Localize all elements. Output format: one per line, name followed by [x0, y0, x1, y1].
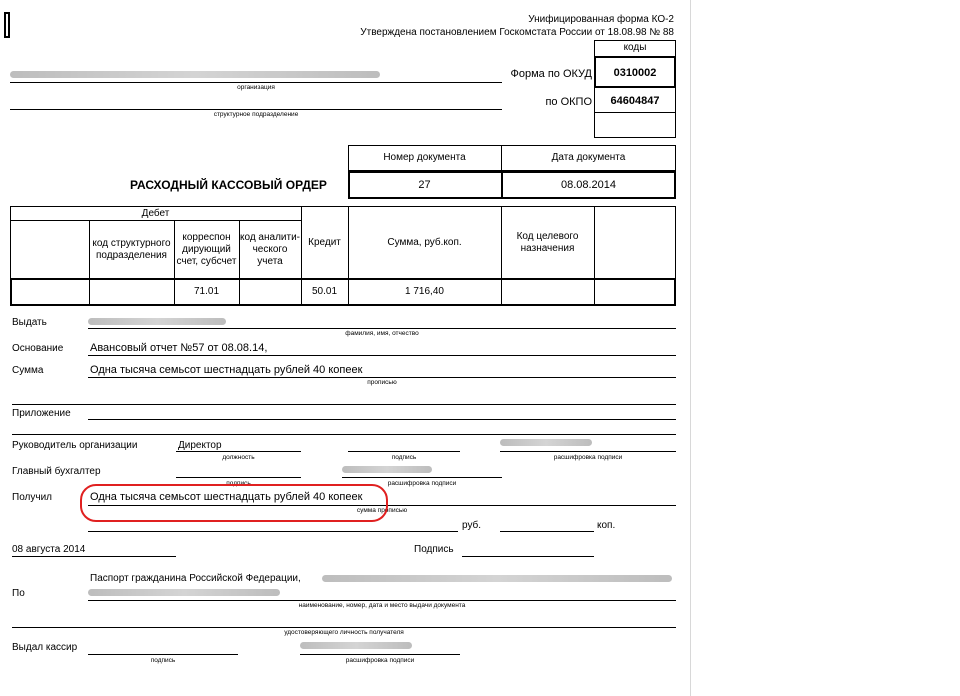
redacted-issuing-authority: [88, 589, 280, 596]
cashier-label: Выдал кассир: [12, 642, 78, 653]
redacted-organization: [10, 71, 380, 78]
signature-label: Подпись: [414, 544, 454, 555]
basis-label: Основание: [12, 343, 64, 354]
subdivision-code-header: код структурного подразделения: [92, 238, 171, 261]
head-label: Руководитель организации: [12, 440, 138, 451]
corr-account-header: корреспон дирующий счет, субсчет: [176, 232, 237, 267]
redacted-cashier-name: [300, 642, 412, 649]
head-decode-caption: расшифровка подписи: [553, 454, 623, 461]
sum-caption: прописью: [367, 379, 397, 386]
basis-value: Авансовый отчет №57 от 08.08.14,: [90, 342, 268, 354]
sum-value: 1 716,40: [405, 286, 444, 297]
cashier-signature-caption: подпись: [150, 657, 176, 664]
position-caption: должность: [222, 454, 255, 461]
document-title: РАСХОДНЫЙ КАССОВЫЙ ОРДЕР: [130, 178, 327, 192]
corr-account-value: 71.01: [193, 286, 220, 297]
head-signature-caption: подпись: [391, 454, 417, 461]
cursor-marker: [4, 12, 10, 38]
doc-date-header: Дата документа: [551, 152, 626, 163]
passport-text: Паспорт гражданина Российской Федерации,: [90, 573, 301, 584]
redacted-head-name: [500, 439, 592, 446]
doc-number-header: Номер документа: [383, 152, 466, 163]
codes-box: [594, 40, 676, 138]
chief-accountant-label: Главный бухгалтер: [12, 466, 101, 477]
okud-code: 0310002: [613, 67, 657, 79]
cashier-decode-caption: расшифровка подписи: [345, 657, 415, 664]
by-document-label: По: [12, 588, 25, 599]
head-position: Директор: [178, 440, 222, 451]
received-label: Получил: [12, 492, 52, 503]
highlight-ring: [80, 484, 388, 522]
purpose-code-header: Код целевого назначения: [516, 230, 579, 254]
sum-header: Сумма, руб.коп.: [387, 236, 462, 248]
credit-value: 50.01: [311, 286, 338, 297]
codes-header: коды: [623, 42, 647, 53]
doc-number: 27: [418, 179, 431, 191]
doc-date: 08.08.2014: [560, 179, 617, 191]
redacted-passport-details: [322, 575, 672, 582]
okud-label: Форма по ОКУД: [510, 68, 593, 80]
attachment-label: Приложение: [12, 408, 71, 419]
debit-header: Дебет: [141, 207, 170, 219]
credit-header: Кредит: [308, 236, 341, 248]
issue-label: Выдать: [12, 317, 47, 328]
okpo-code: 64604847: [610, 95, 660, 107]
redacted-recipient-name: [88, 318, 226, 325]
kop-label: коп.: [597, 520, 616, 531]
organization-caption: организация: [237, 84, 275, 91]
identity-caption: удостоверяющего личность получателя: [284, 629, 404, 636]
sum-label: Сумма: [12, 365, 44, 376]
redacted-accountant-name: [342, 466, 432, 473]
unified-form-label: Унифицированная форма КО-2: [528, 14, 674, 25]
rub-label: руб.: [462, 520, 482, 531]
document-caption: наименование, номер, дата и место выдачи…: [298, 602, 466, 609]
analytic-code-header: код аналити-ческого учета: [239, 232, 300, 267]
issue-date: 08 августа 2014: [12, 544, 86, 555]
okpo-label: по ОКПО: [545, 96, 592, 108]
sum-in-words: Одна тысяча семьсот шестнадцать рублей 4…: [90, 364, 363, 376]
issue-caption: фамилия, имя, отчество: [345, 330, 419, 337]
cash-order-form: Унифицированная форма КО-2 Утверждена по…: [0, 0, 691, 696]
subdivision-caption: структурное подразделение: [213, 111, 299, 118]
approval-label: Утверждена постановлением Госкомстата Ро…: [360, 27, 674, 38]
